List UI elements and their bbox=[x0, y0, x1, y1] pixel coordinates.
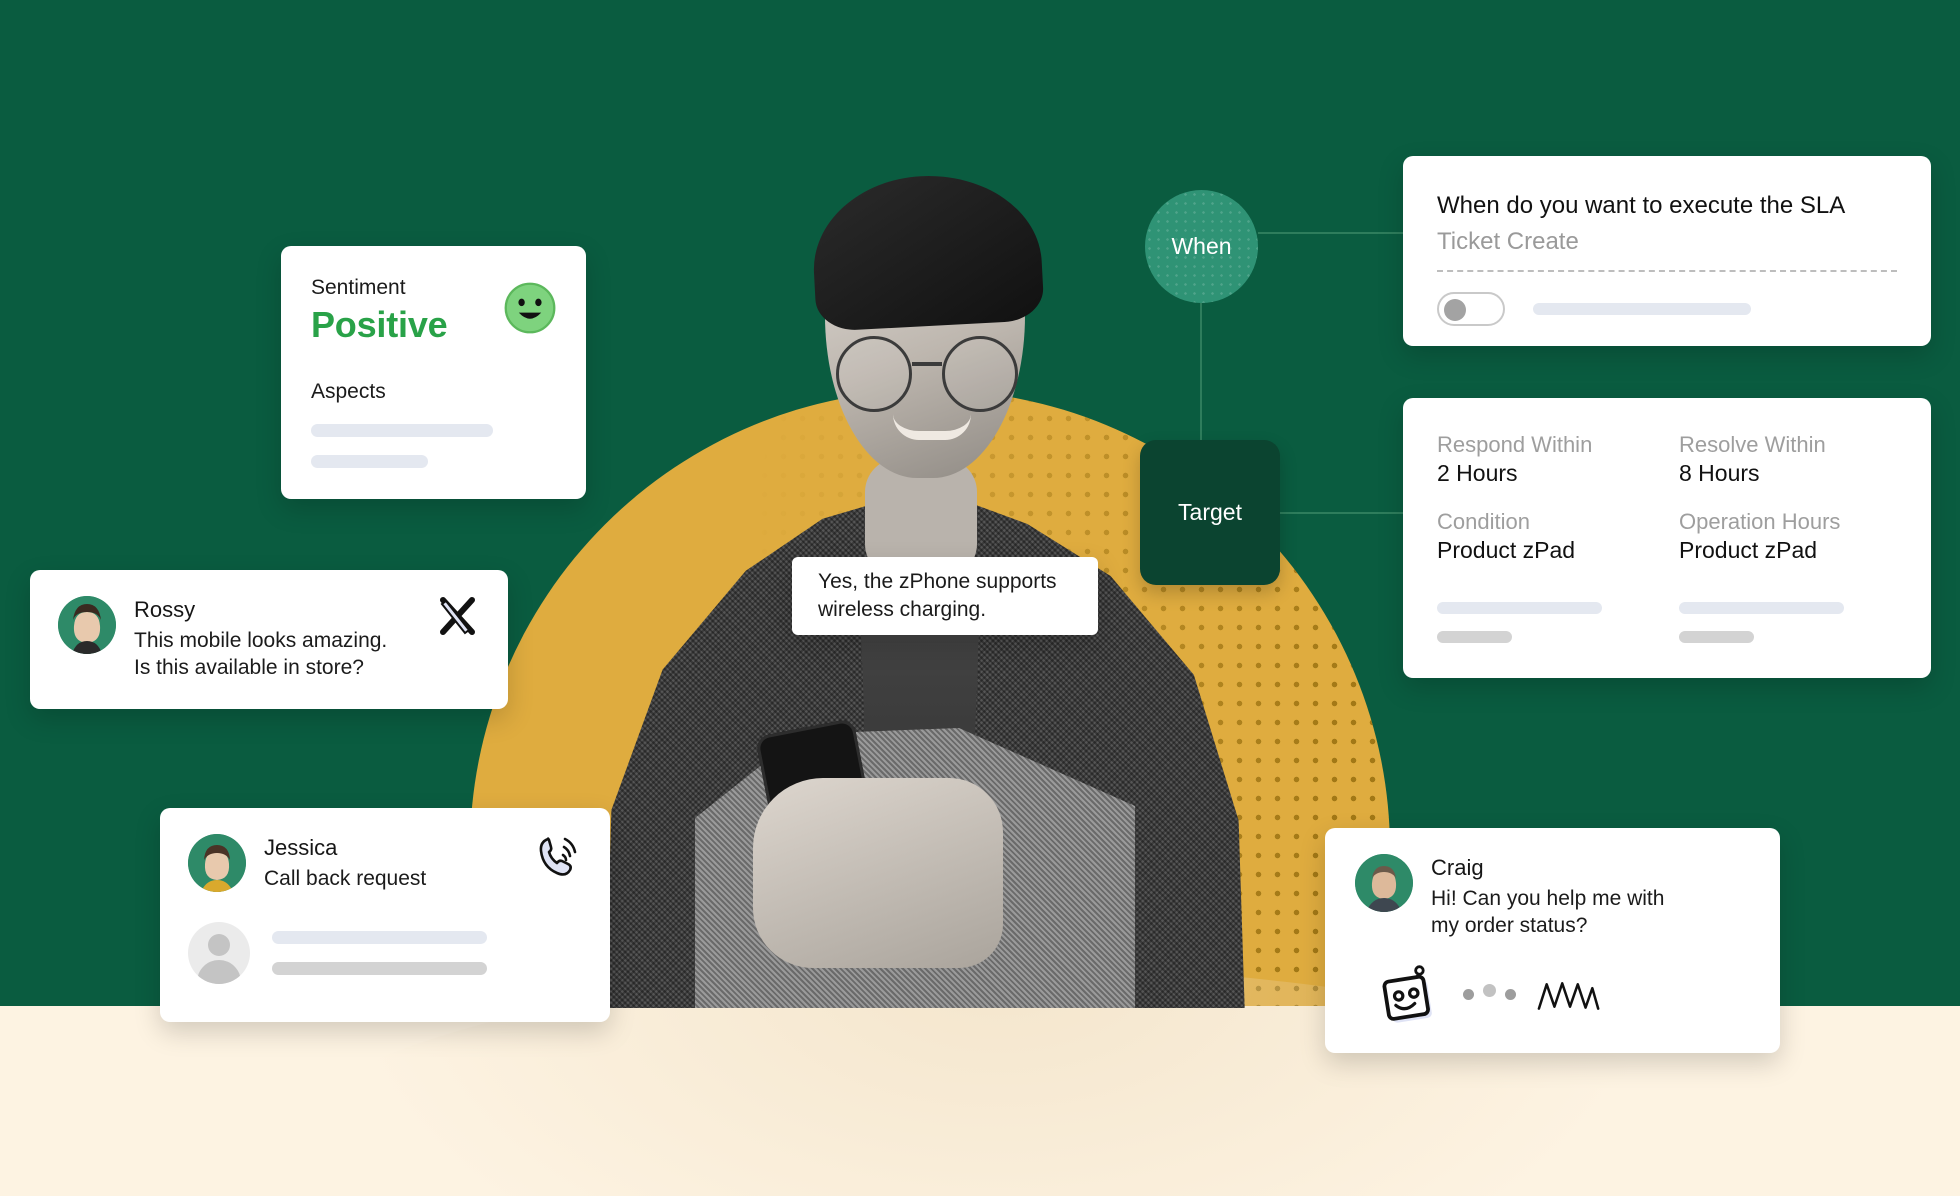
metric-respond-within: Respond Within 2 Hours bbox=[1437, 432, 1655, 487]
jessica-name: Jessica bbox=[264, 835, 338, 860]
metric-value: 8 Hours bbox=[1679, 460, 1760, 486]
jessica-message-card[interactable]: Jessica Call back request bbox=[160, 808, 610, 1022]
sla-target-metrics-card: Respond Within 2 Hours Resolve Within 8 … bbox=[1403, 398, 1931, 678]
metric-label: Resolve Within bbox=[1679, 432, 1826, 457]
x-twitter-icon[interactable] bbox=[434, 592, 482, 640]
flow-node-when[interactable]: When bbox=[1145, 190, 1258, 303]
typing-dots-icon bbox=[1463, 983, 1516, 1006]
when-node-label: When bbox=[1171, 233, 1232, 259]
sla-skeleton-line bbox=[1533, 303, 1751, 315]
sentiment-card: Sentiment Positive Aspects bbox=[281, 246, 586, 499]
metric-label: Operation Hours bbox=[1679, 509, 1841, 534]
agent-chat-bubble: Yes, the zPhone supports wireless chargi… bbox=[792, 557, 1098, 635]
phone-ringing-icon[interactable] bbox=[534, 830, 586, 882]
connector-target-to-metrics bbox=[1280, 512, 1408, 514]
photo-hair bbox=[809, 170, 1045, 332]
avatar bbox=[1355, 854, 1413, 912]
placeholder-avatar bbox=[188, 922, 250, 985]
hero-stage: Sentiment Positive Aspects Rossy This mo… bbox=[0, 0, 1960, 1196]
robot-icon bbox=[1377, 962, 1443, 1028]
metric-value: Product zPad bbox=[1679, 537, 1818, 563]
craig-message: Hi! Can you help me with my order status… bbox=[1431, 886, 1665, 938]
toggle-knob bbox=[1444, 299, 1466, 321]
jessica-skeleton-line bbox=[272, 931, 487, 945]
connector-when-to-sla bbox=[1258, 232, 1408, 234]
metrics-grid: Respond Within 2 Hours Resolve Within 8 … bbox=[1437, 432, 1897, 564]
avatar bbox=[188, 834, 246, 892]
aspect-skeleton-line bbox=[311, 455, 428, 468]
squiggle-icon bbox=[1536, 978, 1604, 1012]
craig-message-card[interactable]: Craig Hi! Can you help me with my order … bbox=[1325, 828, 1780, 1053]
avatar bbox=[58, 596, 116, 654]
chat-bubble-text: Yes, the zPhone supports wireless chargi… bbox=[818, 570, 1057, 621]
metrics-skeleton-line bbox=[1437, 602, 1602, 614]
craig-name: Craig bbox=[1431, 855, 1484, 880]
smiley-face-icon bbox=[502, 280, 558, 336]
target-node-label: Target bbox=[1178, 499, 1242, 525]
metric-operation-hours: Operation Hours Product zPad bbox=[1679, 509, 1897, 564]
metric-value: 2 Hours bbox=[1437, 460, 1518, 486]
metric-label: Respond Within bbox=[1437, 432, 1593, 457]
metrics-skeleton-line bbox=[1679, 631, 1754, 643]
jessica-skeleton-line bbox=[272, 962, 487, 976]
jessica-message: Call back request bbox=[264, 866, 427, 890]
sla-question: When do you want to execute the SLA bbox=[1437, 192, 1846, 219]
sla-dashed-divider bbox=[1437, 270, 1897, 272]
metric-value: Product zPad bbox=[1437, 537, 1576, 563]
rossy-message: This mobile looks amazing. Is this avail… bbox=[134, 628, 388, 680]
photo-glasses bbox=[830, 336, 1030, 412]
flow-node-target[interactable]: Target bbox=[1140, 440, 1280, 585]
metric-label: Condition bbox=[1437, 509, 1530, 534]
rossy-message-card[interactable]: Rossy This mobile looks amazing. Is this… bbox=[30, 570, 508, 709]
metric-resolve-within: Resolve Within 8 Hours bbox=[1679, 432, 1897, 487]
sla-selected-value[interactable]: Ticket Create bbox=[1437, 228, 1897, 256]
metric-condition: Condition Product zPad bbox=[1437, 509, 1655, 564]
metrics-skeleton-line bbox=[1679, 602, 1844, 614]
photo-hands bbox=[753, 778, 1003, 968]
sla-toggle-switch[interactable] bbox=[1437, 292, 1505, 326]
metrics-skeleton-line bbox=[1437, 631, 1512, 643]
aspects-label: Aspects bbox=[311, 380, 386, 403]
rossy-name: Rossy bbox=[134, 597, 196, 622]
aspect-skeleton-line bbox=[311, 424, 493, 437]
sla-execution-card: When do you want to execute the SLA Tick… bbox=[1403, 156, 1931, 346]
